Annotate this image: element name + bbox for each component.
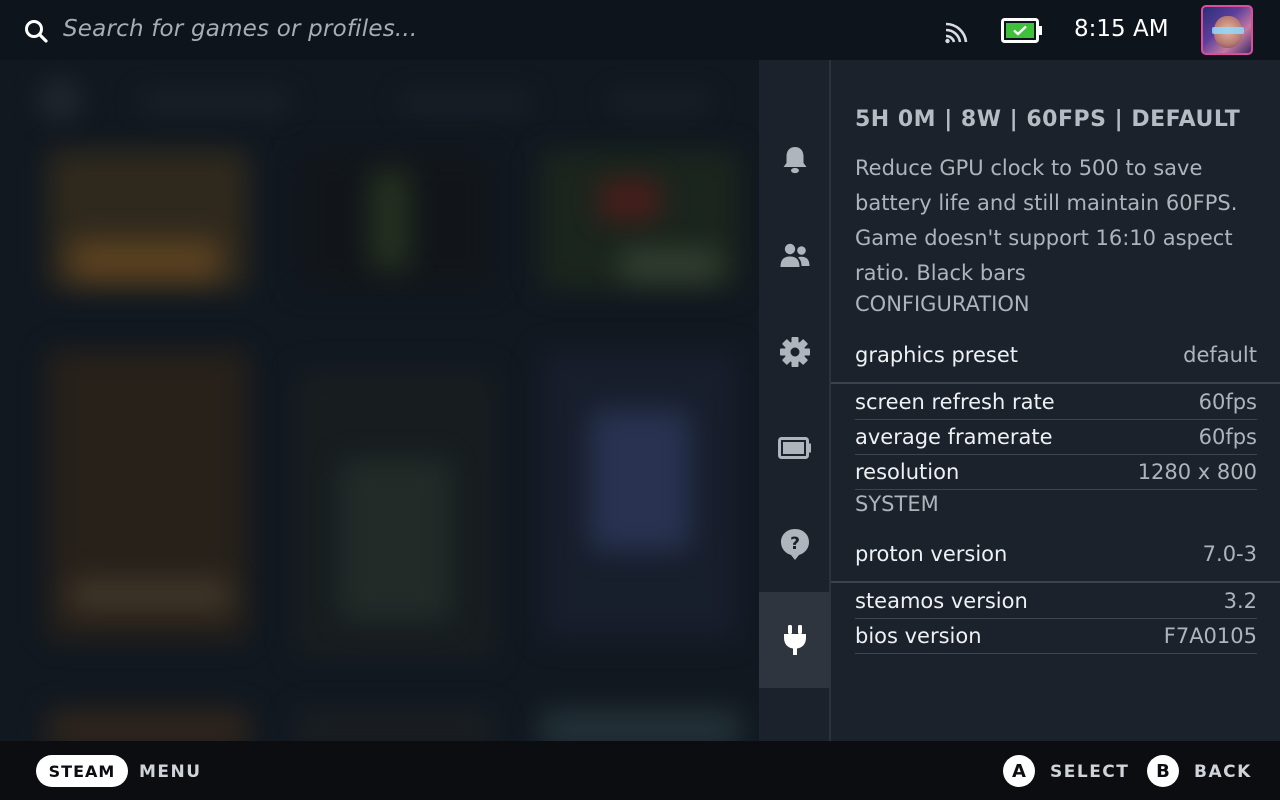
system-row-steamos: steamos version 3.2 — [855, 584, 1257, 619]
row-value: 3.2 — [1223, 589, 1257, 613]
nav-friends[interactable] — [759, 208, 831, 304]
row-key: resolution — [855, 460, 960, 484]
divider — [831, 581, 1280, 583]
search-input[interactable]: Search for games or profiles... — [63, 16, 417, 42]
row-value: 7.0-3 — [1202, 542, 1257, 566]
nav-help[interactable]: ? — [759, 496, 831, 592]
bell-icon — [783, 147, 807, 174]
nav-performance[interactable] — [759, 400, 831, 496]
system-row-proton: proton version 7.0-3 — [855, 537, 1257, 571]
row-key: proton version — [855, 542, 1008, 566]
game-info-panel: 5H 0M | 8W | 60FPS | DEFAULT Reduce GPU … — [831, 60, 1280, 741]
library-background — [0, 60, 760, 741]
row-value: F7A0105 — [1163, 624, 1257, 648]
row-key: screen refresh rate — [855, 390, 1055, 414]
row-value: 60fps — [1198, 390, 1257, 414]
performance-summary: 5H 0M | 8W | 60FPS | DEFAULT — [855, 107, 1241, 132]
battery-icon — [1001, 18, 1042, 43]
row-value: 60fps — [1198, 425, 1257, 449]
config-row-refresh-rate: screen refresh rate 60fps — [855, 385, 1257, 420]
config-row-framerate: average framerate 60fps — [855, 420, 1257, 455]
row-key: steamos version — [855, 589, 1028, 613]
section-header-configuration: CONFIGURATION — [855, 292, 1030, 316]
plug-icon — [784, 625, 806, 655]
avatar[interactable] — [1201, 5, 1253, 55]
row-value: default — [1183, 343, 1257, 367]
row-key: bios version — [855, 624, 982, 648]
nav-settings[interactable] — [759, 304, 831, 400]
cast-icon — [945, 22, 968, 44]
nav-plugins[interactable] — [759, 592, 831, 688]
b-button-glyph[interactable]: B — [1147, 755, 1179, 787]
nav-notifications[interactable] — [759, 112, 831, 208]
svg-text:?: ? — [790, 534, 800, 554]
back-label: BACK — [1194, 762, 1252, 782]
row-value: 1280 x 800 — [1137, 460, 1257, 484]
game-description: Reduce GPU clock to 500 to save battery … — [855, 156, 1238, 285]
row-key: average framerate — [855, 425, 1053, 449]
system-row-bios: bios version F7A0105 — [855, 619, 1257, 654]
section-header-system: SYSTEM — [855, 492, 939, 516]
select-label: SELECT — [1050, 762, 1130, 782]
steam-button[interactable]: STEAM — [36, 755, 128, 787]
row-key: graphics preset — [855, 343, 1018, 367]
search-icon[interactable] — [24, 19, 48, 43]
divider — [831, 382, 1280, 384]
gear-icon — [780, 337, 810, 367]
config-row-graphics-preset: graphics preset default — [855, 338, 1257, 372]
menu-label: MENU — [139, 762, 202, 782]
question-icon: ? — [781, 529, 809, 560]
a-button-glyph[interactable]: A — [1003, 755, 1035, 787]
config-row-resolution: resolution 1280 x 800 — [855, 455, 1257, 490]
friends-icon — [780, 243, 810, 267]
battery-icon — [778, 437, 811, 459]
quick-access-nav: ? — [759, 60, 831, 741]
top-bar: Search for games or profiles... 8:15 AM — [0, 0, 1280, 60]
bottom-bar: STEAM MENU A SELECT B BACK — [0, 741, 1280, 800]
clock: 8:15 AM — [1074, 16, 1169, 42]
